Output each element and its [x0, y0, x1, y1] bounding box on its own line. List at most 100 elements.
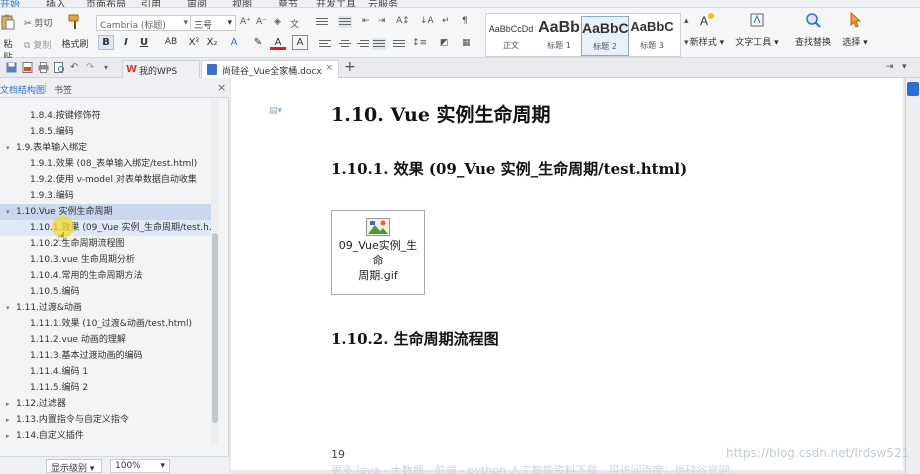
outline-item[interactable]: 1.11.4.编码 1 — [0, 364, 214, 380]
print-icon[interactable] — [38, 62, 49, 73]
heading-2[interactable]: 1.10. Vue 实例生命周期 — [331, 100, 551, 127]
paragraph-mark-icon[interactable]: ¶ — [462, 16, 468, 26]
expand-arrow-icon[interactable]: ▾ — [6, 204, 10, 220]
line-spacing-icon[interactable]: ↕≡ — [412, 38, 427, 48]
menu-tab-cloud[interactable]: 云服务 — [368, 0, 398, 7]
cut-button[interactable]: ✂ 剪切 — [24, 16, 52, 29]
document-page[interactable]: ▤▾ 1.10. Vue 实例生命周期 1.10.1. 效果 (09_Vue 实… — [231, 78, 903, 474]
scrollbar-thumb[interactable] — [212, 233, 218, 423]
align-center-icon[interactable] — [338, 38, 352, 50]
outline-item[interactable]: ▸ 1.14.自定义插件 — [0, 428, 214, 444]
grow-font-button[interactable]: A⁺ — [240, 17, 251, 27]
outline-item[interactable]: 1.10.3.vue 生命周期分析 — [0, 252, 214, 268]
new-tab-plus-icon[interactable]: + — [344, 59, 356, 75]
tab-my-wps[interactable]: W 我的WPS — [122, 60, 200, 78]
print-preview-icon[interactable] — [54, 62, 65, 73]
outline-item[interactable]: 1.10.5.编码 — [0, 284, 214, 300]
italic-button[interactable]: I — [118, 35, 134, 50]
new-style-button[interactable]: A 新样式 ▾ — [686, 12, 728, 48]
underline-button[interactable]: U — [136, 35, 152, 50]
menu-tab-page-layout[interactable]: 页面布局 — [86, 0, 126, 7]
collapse-arrow-icon[interactable]: ▸ — [6, 412, 10, 428]
numbered-list-icon[interactable] — [338, 16, 352, 28]
bold-button[interactable]: B — [98, 35, 114, 50]
font-size-select[interactable]: 三号 ▾ — [190, 15, 236, 31]
font-color-button[interactable]: A — [270, 35, 286, 50]
decrease-indent-icon[interactable]: ⇤ — [362, 16, 370, 26]
outline-item[interactable]: 1.11.2.vue 动画的理解 — [0, 332, 214, 348]
outline-item[interactable]: 1.11.3.基本过渡动画的编码 — [0, 348, 214, 364]
location-pin-icon[interactable] — [907, 82, 919, 96]
show-marks-icon[interactable]: ↵ — [442, 16, 450, 26]
shrink-font-button[interactable]: A⁻ — [256, 17, 267, 27]
char-border-button[interactable]: A — [292, 35, 308, 50]
quick-access-more-icon[interactable]: ▾ — [104, 62, 115, 73]
align-left-icon[interactable] — [318, 38, 332, 50]
collapse-arrow-icon[interactable]: ▸ — [6, 428, 10, 444]
justify-icon[interactable] — [372, 38, 386, 50]
style-normal[interactable]: AaBbCcDd 正文 — [487, 16, 535, 56]
display-level-select[interactable]: 显示级别 ▾ — [46, 459, 102, 474]
menu-tab-chapter[interactable]: 章节 — [278, 0, 298, 7]
text-effect-button[interactable]: A — [226, 35, 242, 50]
subscript-button[interactable]: X₂ — [204, 35, 220, 50]
menu-tab-insert[interactable]: 插入 — [46, 0, 66, 7]
close-icon[interactable]: × — [217, 81, 226, 94]
outline-item[interactable]: 1.11.5.编码 2 — [0, 380, 214, 396]
outline-item[interactable]: ▾ 1.11.过渡&动画 — [0, 300, 214, 316]
expand-arrow-icon[interactable]: ▾ — [6, 300, 10, 316]
align-right-icon[interactable] — [356, 38, 370, 50]
export-pdf-icon[interactable] — [22, 62, 33, 73]
paste-button[interactable]: 粘贴 — [0, 14, 16, 63]
outline-item[interactable]: 1.8.4.按键修饰符 — [0, 108, 214, 124]
paragraph-handle-icon[interactable]: ▤▾ — [269, 106, 282, 116]
save-icon[interactable] — [6, 62, 17, 73]
clear-format-icon[interactable]: ◈ — [274, 17, 281, 27]
font-name-select[interactable]: Cambria (标题) ▾ — [96, 15, 192, 31]
format-painter-button[interactable]: 格式刷 — [60, 14, 90, 50]
sort-icon[interactable]: ↓A — [420, 16, 434, 26]
find-replace-button[interactable]: 查找替换 — [792, 12, 834, 48]
tab-outline[interactable]: 文档结构图 — [0, 83, 45, 96]
outline-item[interactable]: ▾ 1.9.表单输入绑定 — [0, 140, 214, 156]
heading-3-flow[interactable]: 1.10.2. 生命周期流程图 — [331, 328, 499, 349]
outline-item[interactable]: 1.10.4.常用的生命周期方法 — [0, 268, 214, 284]
outline-item[interactable]: 1.10.1.效果 (09_Vue 实例_生命周期/test.h… — [0, 220, 214, 236]
border-icon[interactable]: ▦ — [462, 38, 471, 48]
distributed-icon[interactable] — [392, 38, 406, 50]
collapse-arrow-icon[interactable]: ▸ — [6, 396, 10, 412]
redo-icon[interactable]: ↷ — [86, 62, 97, 73]
chinese-layout-icon[interactable]: A↕ — [396, 16, 410, 26]
style-heading-3[interactable]: AaBbC 标题 3 — [628, 16, 676, 56]
phonetic-icon[interactable]: 文 — [290, 17, 299, 30]
outline-item[interactable]: ▸ 1.12.过滤器 — [0, 396, 214, 412]
outline-item[interactable]: ▸ 1.13.内置指令与自定义指令 — [0, 412, 214, 428]
style-heading-2[interactable]: AaBbC 标题 2 — [581, 16, 629, 56]
copy-button[interactable]: ⧉ 复制 — [24, 38, 51, 51]
expand-arrow-icon[interactable]: ▾ — [6, 140, 10, 156]
outline-scrollbar[interactable] — [211, 98, 219, 446]
outline-item[interactable]: 1.8.5.编码 — [0, 124, 214, 140]
tab-options-icon[interactable]: ⇥ — [886, 62, 894, 72]
tab-list-icon[interactable]: ▾ — [902, 62, 907, 72]
strikethrough-button[interactable]: AB — [160, 35, 182, 50]
outline-item[interactable]: 1.10.2.生命周期流程图 — [0, 236, 214, 252]
outline-item[interactable]: ▾ 1.10.Vue 实例生命周期 — [0, 204, 214, 220]
attachment-object[interactable]: 09_Vue实例_生命 周期.gif — [331, 210, 425, 295]
outline-item[interactable]: 1.9.2.使用 v-model 对表单数据自动收集 — [0, 172, 214, 188]
outline-item[interactable]: 1.11.1.效果 (10_过渡&动画/test.html) — [0, 316, 214, 332]
heading-3-effect[interactable]: 1.10.1. 效果 (09_Vue 实例_生命周期/test.html) — [331, 158, 687, 179]
shading-icon[interactable]: ◩ — [440, 38, 449, 48]
menu-tab-home[interactable]: 开始 — [0, 0, 20, 7]
highlight-color-button[interactable]: ✎ — [250, 35, 266, 50]
outline-item[interactable]: 1.9.1.效果 (08_表单输入绑定/test.html) — [0, 156, 214, 172]
style-heading-1[interactable]: AaBb 标题 1 — [535, 16, 583, 56]
tab-document[interactable]: 尚硅谷_Vue全家桶.docx × — [201, 60, 339, 78]
close-icon[interactable]: × — [325, 63, 333, 73]
tab-bookmarks[interactable]: 书签 — [54, 83, 72, 96]
text-tools-button[interactable]: 文字工具 ▾ — [734, 12, 780, 48]
menu-tab-developer[interactable]: 开发工具 — [316, 0, 356, 7]
increase-indent-icon[interactable]: ⇥ — [378, 16, 386, 26]
menu-tab-references[interactable]: 引用 — [141, 0, 161, 7]
outline-item[interactable]: 1.9.3.编码 — [0, 188, 214, 204]
